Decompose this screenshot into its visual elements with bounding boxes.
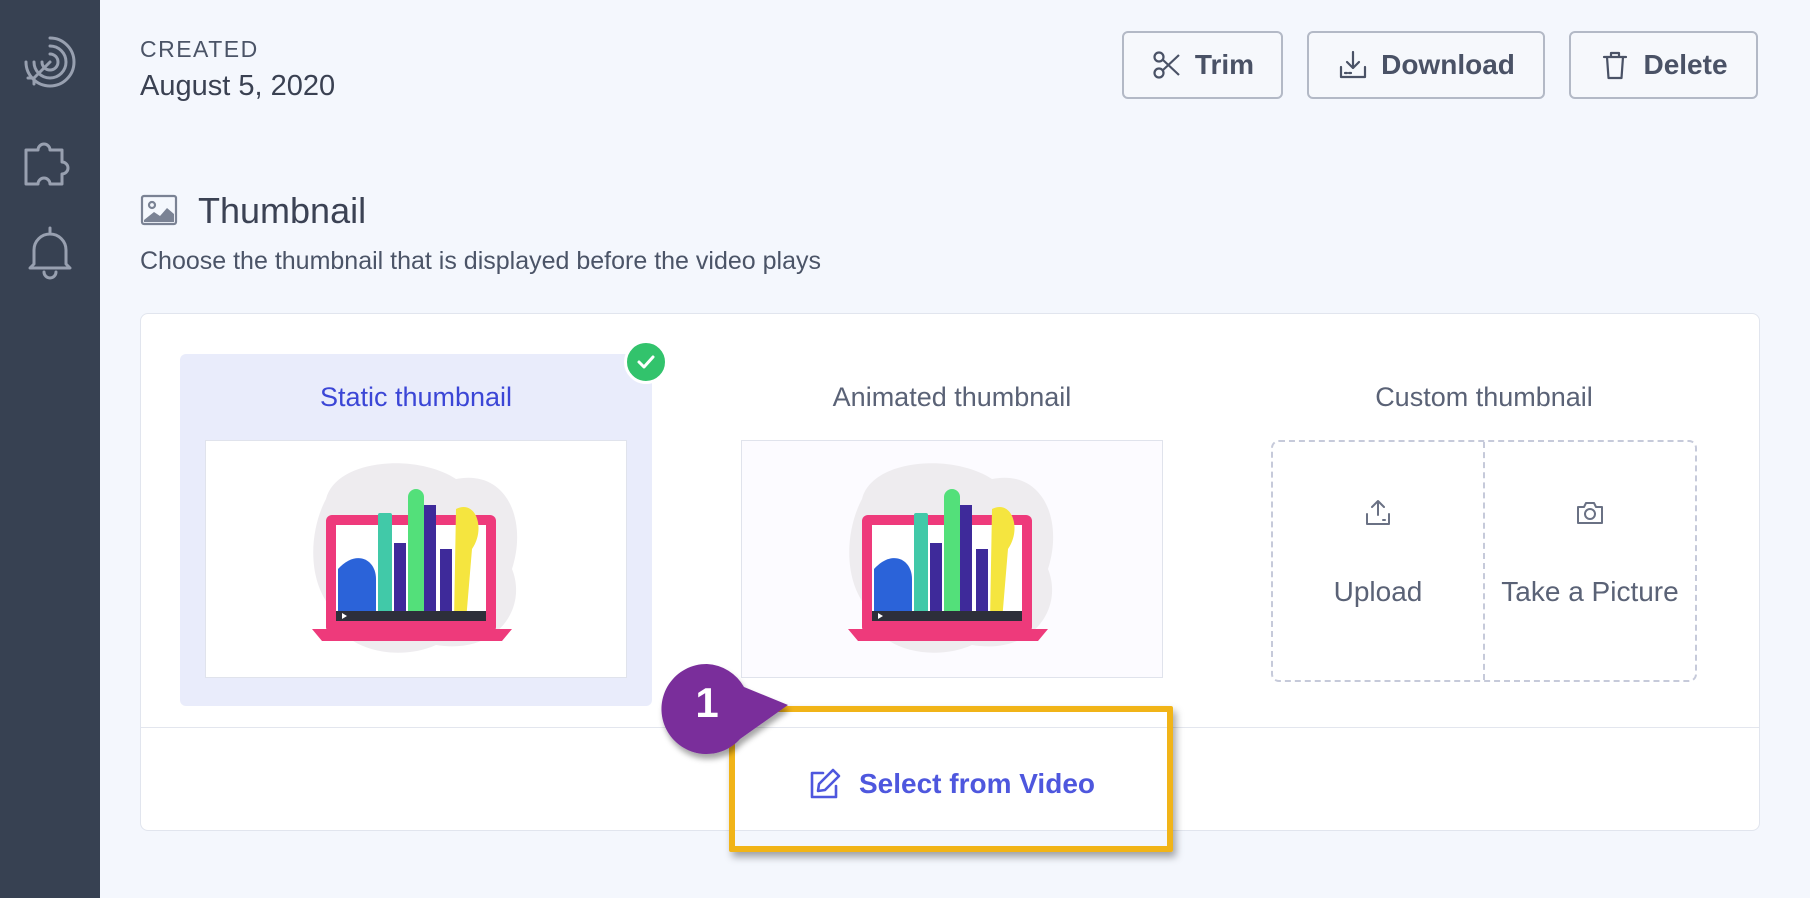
static-thumbnail-label: Static thumbnail — [319, 382, 513, 412]
custom-thumbnail-box: Upload Take a Picture — [1271, 440, 1697, 682]
target-arrow-icon[interactable] — [20, 32, 80, 92]
scissors-icon — [1153, 51, 1180, 79]
section-title: Thumbnail — [198, 190, 367, 231]
trash-icon — [1603, 51, 1628, 80]
created-label: CREATED — [140, 36, 259, 62]
upload-button[interactable]: Upload — [1273, 442, 1483, 680]
created-date: August 5, 2020 — [140, 70, 336, 102]
static-thumbnail-preview — [205, 440, 627, 678]
checkmark-icon — [637, 355, 655, 369]
animated-thumbnail-option[interactable]: Animated thumbnail — [716, 354, 1188, 706]
laptop-chart-illustration — [312, 463, 518, 653]
delete-label: Delete — [1643, 49, 1728, 80]
delete-button[interactable]: Delete — [1569, 31, 1758, 99]
download-label: Download — [1381, 49, 1515, 80]
card-divider — [141, 727, 1759, 728]
sidebar — [0, 0, 100, 898]
step-number: 1 — [695, 679, 719, 726]
animated-thumbnail-label: Animated thumbnail — [832, 382, 1072, 412]
bell-icon[interactable] — [20, 222, 80, 282]
select-from-video-label: Select from Video — [858, 768, 1095, 799]
puzzle-icon[interactable] — [20, 128, 80, 188]
download-icon — [1340, 50, 1367, 79]
trim-label: Trim — [1194, 49, 1255, 80]
trim-button[interactable]: Trim — [1122, 31, 1283, 99]
camera-icon — [1577, 502, 1603, 524]
custom-thumbnail-label: Custom thumbnail — [1375, 382, 1593, 412]
edit-pencil-icon — [810, 768, 841, 799]
upload-icon — [1366, 500, 1390, 525]
download-button[interactable]: Download — [1307, 31, 1545, 99]
laptop-chart-illustration — [848, 463, 1054, 653]
take-picture-label: Take a Picture — [1501, 576, 1679, 607]
select-from-video-button[interactable]: Select from Video — [804, 744, 1098, 824]
thumbnail-card: Static thumbnail Animated thumbnail Cust… — [140, 313, 1760, 831]
take-picture-button[interactable]: Take a Picture — [1483, 442, 1695, 680]
upload-label: Upload — [1333, 576, 1423, 607]
image-icon — [140, 194, 178, 226]
step-callout: 1 — [661, 663, 790, 754]
static-thumbnail-option[interactable]: Static thumbnail — [180, 354, 652, 706]
selected-check-badge — [624, 340, 668, 384]
section-subtitle: Choose the thumbnail that is displayed b… — [140, 247, 821, 275]
animated-thumbnail-preview — [741, 440, 1163, 678]
